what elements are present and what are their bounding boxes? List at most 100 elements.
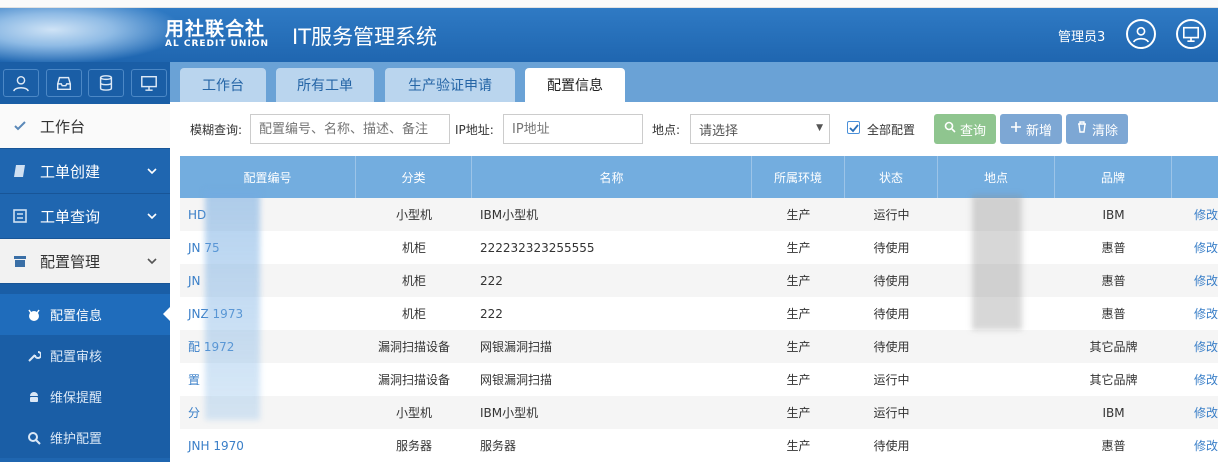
sidebar: 工作台 工单创建 工单查询 配置管理 配置信息 配置审核 维保提醒 维护配置: [0, 62, 170, 462]
cell-location: [938, 396, 1055, 429]
edit-link[interactable]: 修改: [1172, 264, 1218, 297]
top-ruler: [0, 0, 1218, 8]
table-row[interactable]: JNH 1970 服务器 服务器 生产 待使用 惠普 修改: [180, 429, 1218, 462]
cell-category: 机柜: [401, 241, 426, 255]
edit-link[interactable]: 修改: [1172, 297, 1218, 330]
col-header-category[interactable]: 分类: [356, 156, 472, 198]
user-icon[interactable]: [3, 69, 40, 97]
monitor-icon[interactable]: [1176, 19, 1206, 49]
cell-category: 漏洞扫描设备: [377, 340, 450, 354]
col-header-location[interactable]: 地点: [938, 156, 1055, 198]
chevron-down-icon: [146, 163, 158, 181]
cell-environment: 生产: [786, 373, 811, 387]
filter-bar: 模糊查询: IP地址: 地点: 请选择 ▼ 全部配置 查询 新增 清除: [170, 102, 1218, 156]
sidebar-item-label: 工作台: [40, 117, 86, 136]
cell-code[interactable]: JN 75: [180, 231, 356, 264]
logo-image: [0, 8, 175, 62]
table-row[interactable]: HD 小型机 IBM小型机 生产 运行中 IBM 修改: [180, 198, 1218, 231]
table-row[interactable]: 置 漏洞扫描设备 网银漏洞扫描 生产 运行中 其它品牌 修改: [180, 363, 1218, 396]
cell-brand: 惠普: [1101, 241, 1126, 255]
table-row[interactable]: 分 小型机 IBM小型机 生产 运行中 IBM 修改: [180, 396, 1218, 429]
fuzzy-query-label: 模糊查询:: [190, 123, 243, 137]
brand-subtitle: AL CREDIT UNION: [165, 39, 269, 49]
location-select[interactable]: 请选择 ▼: [690, 114, 830, 144]
cell-code[interactable]: JN: [180, 264, 356, 297]
sidebar-item-ticket-query[interactable]: 工单查询: [0, 194, 170, 239]
config-table: 配置编号 分类 名称 所属环境 状态 地点 品牌 HD 小型机 IBM小型机 生产 运行…: [180, 156, 1218, 462]
cell-environment: 生产: [786, 340, 811, 354]
inbox-icon[interactable]: [45, 69, 82, 97]
cell-code[interactable]: 配 1972: [180, 330, 356, 363]
cell-status: 运行中: [873, 373, 910, 387]
search-icon: [26, 431, 42, 445]
cell-brand: 惠普: [1101, 307, 1126, 321]
sidebar-item-workbench[interactable]: 工作台: [0, 104, 170, 149]
edit-link[interactable]: 修改: [1172, 396, 1218, 429]
all-config-label: 全部配置: [867, 123, 916, 137]
edit-link[interactable]: 修改: [1172, 330, 1218, 363]
cell-location: [938, 330, 1055, 363]
database-icon[interactable]: [88, 69, 125, 97]
cell-code[interactable]: 分: [180, 396, 356, 429]
col-header-brand[interactable]: 品牌: [1055, 156, 1172, 198]
clear-button-label: 清除: [1091, 123, 1118, 139]
clear-button[interactable]: 清除: [1066, 114, 1128, 144]
cell-name: IBM小型机: [480, 406, 539, 420]
sidebar-subitem-label: 配置信息: [50, 309, 103, 324]
tab-production-verification[interactable]: 生产验证申请: [385, 68, 515, 102]
sidebar-subitem-maintenance-reminder[interactable]: 维保提醒: [0, 376, 170, 417]
wrench-icon: [26, 349, 42, 363]
sidebar-item-label: 配置管理: [40, 252, 101, 271]
cell-environment: 生产: [786, 439, 811, 453]
table-body: HD 小型机 IBM小型机 生产 运行中 IBM 修改 JN 75 机柜 222232323255…: [180, 198, 1218, 462]
sidebar-subitem-maintain-config[interactable]: 维护配置: [0, 417, 170, 458]
cell-brand: 其它品牌: [1089, 373, 1138, 387]
sidebar-subitem-label: 配置审核: [50, 350, 103, 365]
box-icon: [8, 254, 32, 268]
cell-location: [938, 231, 1055, 264]
cell-status: 待使用: [873, 274, 910, 288]
edit-link[interactable]: 修改: [1172, 363, 1218, 396]
table-row[interactable]: JNZ 1973 机柜 222 生产 待使用 惠普 修改: [180, 297, 1218, 330]
all-config-checkbox[interactable]: [847, 121, 860, 134]
col-header-code[interactable]: 配置编号: [180, 156, 356, 198]
sidebar-item-ticket-create[interactable]: 工单创建: [0, 149, 170, 194]
location-label: 地点:: [652, 123, 681, 137]
edit-link[interactable]: 修改: [1172, 231, 1218, 264]
fuzzy-query-input[interactable]: [250, 114, 450, 144]
search-icon: [944, 121, 956, 137]
sidebar-subitem-config-info[interactable]: 配置信息: [0, 294, 170, 335]
cell-location: [938, 363, 1055, 396]
cell-code[interactable]: JNZ 1973: [180, 297, 356, 330]
cell-code[interactable]: JNH 1970: [180, 429, 356, 462]
sidebar-subitem-config-review[interactable]: 配置审核: [0, 335, 170, 376]
cell-status: 待使用: [873, 241, 910, 255]
ip-input[interactable]: [503, 114, 643, 144]
table-row[interactable]: 配 1972 漏洞扫描设备 网银漏洞扫描 生产 待使用 其它品牌 修改: [180, 330, 1218, 363]
cell-code[interactable]: HD: [180, 198, 356, 231]
col-header-status[interactable]: 状态: [845, 156, 938, 198]
tab-config-info[interactable]: 配置信息: [525, 68, 625, 102]
sidebar-item-config-management[interactable]: 配置管理: [0, 239, 170, 284]
cell-name: 网银漏洞扫描: [480, 373, 553, 387]
book-icon: [8, 164, 32, 178]
query-button[interactable]: 查询: [934, 114, 996, 144]
admin-name[interactable]: 管理员3: [1058, 26, 1105, 45]
col-header-name[interactable]: 名称: [472, 156, 752, 198]
table-row[interactable]: JN 75 机柜 222232323255555 生产 待使用 惠普 修改: [180, 231, 1218, 264]
edit-link[interactable]: 修改: [1172, 198, 1218, 231]
cell-environment: 生产: [786, 208, 811, 222]
user-icon[interactable]: [1126, 19, 1156, 49]
table-row[interactable]: JN 机柜 222 生产 待使用 惠普 修改: [180, 264, 1218, 297]
monitor-icon[interactable]: [130, 69, 167, 97]
edit-link[interactable]: 修改: [1172, 429, 1218, 462]
cell-category: 小型机: [395, 406, 432, 420]
tab-workbench[interactable]: 工作台: [180, 68, 266, 102]
cell-name: 服务器: [480, 439, 517, 453]
cell-environment: 生产: [786, 406, 811, 420]
sidebar-subitem-label: 维护配置: [50, 432, 103, 447]
add-button[interactable]: 新增: [1000, 114, 1062, 144]
tab-all-tickets[interactable]: 所有工单: [276, 68, 374, 102]
cell-code[interactable]: 置: [180, 363, 356, 396]
col-header-environment[interactable]: 所属环境: [752, 156, 845, 198]
